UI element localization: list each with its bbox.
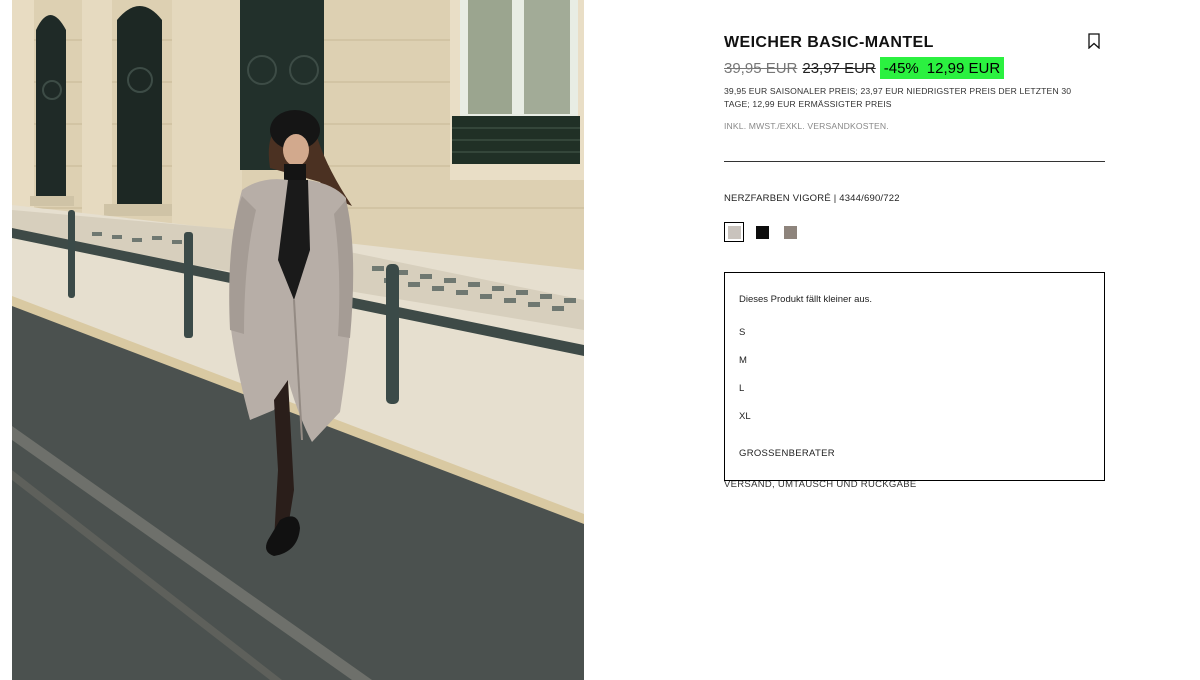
tax-note: INKL. MWST./EXKL. VERSANDKOSTEN. <box>724 121 889 131</box>
bookmark-icon[interactable] <box>1087 33 1101 49</box>
size-option-m[interactable]: M <box>739 355 747 366</box>
color-swatch-3[interactable] <box>780 222 800 242</box>
color-swatches <box>724 222 800 242</box>
sale-price-badge: -45% 12,99 EUR <box>879 57 1005 79</box>
product-photo-illustration <box>12 0 584 680</box>
size-option-s[interactable]: S <box>739 327 745 338</box>
lowest-price: 23,97 EUR <box>802 59 876 77</box>
color-swatch-2[interactable] <box>752 222 772 242</box>
current-price: 12,99 EUR <box>926 59 1001 77</box>
discount-percent: -45% <box>883 59 919 77</box>
size-selector: Dieses Produkt fällt kleiner aus. S M L … <box>724 272 1105 481</box>
size-option-xl[interactable]: XL <box>739 411 751 422</box>
color-swatch-chip <box>755 225 769 239</box>
color-swatch-1[interactable] <box>724 222 744 242</box>
divider <box>724 161 1105 162</box>
fit-note: Dieses Produkt fällt kleiner aus. <box>739 294 873 305</box>
color-swatch-chip <box>783 225 797 239</box>
price-description: 39,95 EUR SAISONALER PREIS; 23,97 EUR NI… <box>724 86 1072 109</box>
product-details: WEICHER BASIC-MANTEL 39,95 EUR 23,97 EUR… <box>724 0 1105 680</box>
color-swatch-chip <box>727 225 741 239</box>
price-row: 39,95 EUR 23,97 EUR -45% 12,99 EUR <box>724 57 1005 79</box>
size-option-l[interactable]: L <box>739 383 744 394</box>
original-price: 39,95 EUR <box>724 59 798 77</box>
product-image[interactable] <box>12 0 584 680</box>
product-title: WEICHER BASIC-MANTEL <box>724 34 934 51</box>
size-guide-link[interactable]: GROSSENBERATER <box>739 448 835 459</box>
color-and-reference: NERZFARBEN VIGORÉ | 4344/690/722 <box>724 193 900 204</box>
